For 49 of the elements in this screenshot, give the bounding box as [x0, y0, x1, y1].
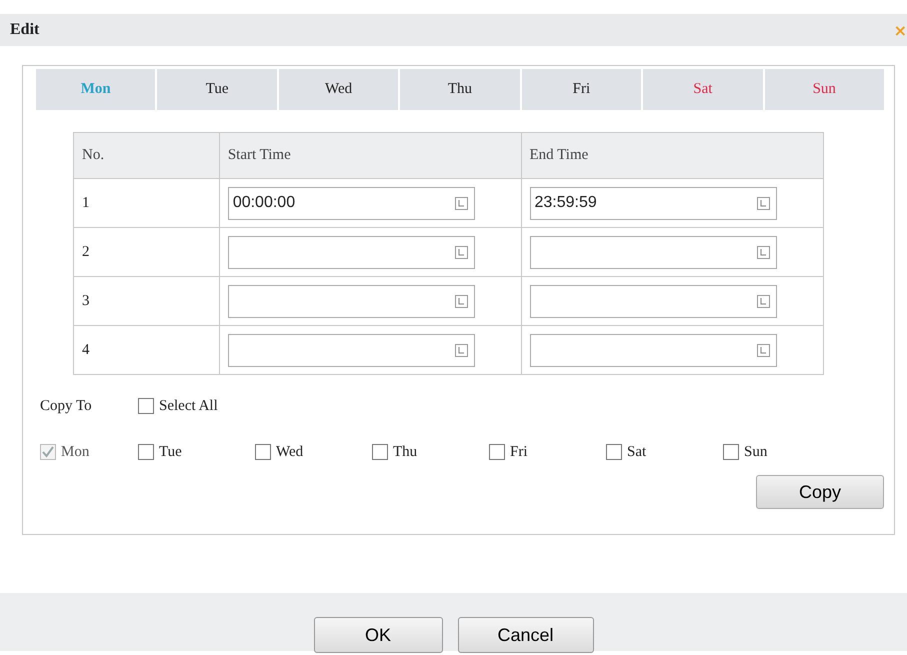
column-header: Start Time — [219, 132, 521, 178]
checkbox-label: Sun — [744, 444, 768, 460]
checkbox[interactable] — [138, 398, 154, 414]
column-header: No. — [74, 132, 220, 178]
dialog-button[interactable]: Cancel — [458, 617, 594, 653]
row-number: 2 — [74, 228, 220, 276]
checkbox-label: Sat — [627, 444, 646, 460]
checkbox-label: Fri — [510, 444, 528, 460]
time-field[interactable] — [228, 284, 475, 318]
calendar-icon[interactable] — [454, 344, 468, 356]
checkbox[interactable] — [255, 444, 271, 460]
checkbox[interactable] — [606, 444, 622, 460]
checkbox-label: Wed — [276, 444, 304, 460]
time-field[interactable] — [530, 334, 776, 366]
checkbox[interactable] — [372, 444, 388, 460]
row-number: 1 — [74, 178, 220, 228]
time-field[interactable] — [228, 334, 475, 366]
checkbox-label: Tue — [159, 444, 182, 460]
day-tab[interactable]: Tue — [157, 69, 279, 110]
copy-to-label: Copy To — [40, 398, 93, 414]
time-field[interactable] — [530, 284, 776, 318]
time-field[interactable]: 00:00:00 — [228, 186, 475, 220]
time-field[interactable] — [228, 236, 475, 268]
day-tab[interactable]: Wed — [278, 69, 400, 110]
day-tab[interactable]: Sat — [643, 69, 765, 110]
calendar-icon[interactable] — [756, 246, 770, 258]
day-tab[interactable]: Thu — [400, 69, 522, 110]
checkbox-label: Select All — [159, 398, 218, 414]
checkbox[interactable] — [489, 444, 505, 460]
row-number: 4 — [74, 326, 220, 374]
calendar-icon[interactable] — [756, 294, 770, 308]
time-field[interactable] — [530, 236, 776, 268]
row-number: 3 — [74, 276, 220, 326]
time-field[interactable]: 23:59:59 — [530, 186, 776, 220]
calendar-icon[interactable] — [756, 196, 770, 210]
calendar-icon[interactable] — [454, 246, 468, 258]
checkbox-label: Thu — [393, 444, 418, 460]
dialog-button[interactable]: OK — [314, 617, 442, 653]
checkbox[interactable] — [138, 444, 154, 460]
calendar-icon[interactable] — [454, 294, 468, 308]
checkbox-label: Mon — [61, 444, 90, 460]
calendar-icon[interactable] — [454, 196, 468, 210]
dialog-title: Edit — [10, 21, 40, 39]
day-tab[interactable]: Fri — [522, 69, 644, 110]
column-header: End Time — [521, 132, 824, 178]
day-tab[interactable]: Sun — [764, 69, 884, 110]
checkbox[interactable] — [723, 444, 739, 460]
calendar-icon[interactable] — [756, 344, 770, 356]
copy-button[interactable]: Copy — [756, 475, 884, 509]
